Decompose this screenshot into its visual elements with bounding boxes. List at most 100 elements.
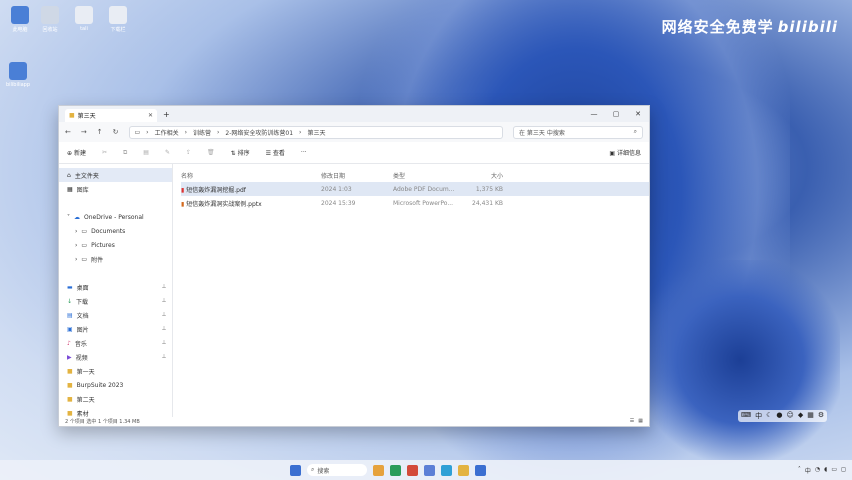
folder-icon: ▭ [81,241,88,249]
bilibili-app-icon [9,62,27,80]
sidebar-item-documents-quick[interactable]: ▤ 文档 ⟂ [59,308,172,322]
sidebar-item-documents[interactable]: › ▭ Documents [59,224,172,238]
wallpaper-bloom-small [640,260,840,460]
download-icon: ↓ [67,297,73,305]
chevron-down-icon[interactable]: ˅ [67,214,70,221]
chevron-up-icon[interactable]: ˄ [798,466,801,475]
taskbar: ⌕ 搜索 ˄ 中 ◔ ◖ ▭ ◻ [0,460,852,480]
command-bar: ⊕ 新建 ✂ ⧉ ▤ ✎ ⇪ 🗑 ⇅ 排序 ☰ 查看 ··· ▣ 详细信息 [59,142,649,164]
computer-icon [11,6,29,24]
chevron-right-icon[interactable]: › [75,228,77,235]
grid-icon[interactable]: ▦ [807,411,814,421]
wifi-icon[interactable]: ◔ [815,466,820,475]
chevron-right-icon[interactable]: › [75,242,77,249]
emoji-icon[interactable]: ☺ [787,411,794,421]
monitor-icon: ▭ [134,128,141,136]
recycle-bin-icon [41,6,59,24]
shirt-icon[interactable]: ◆ [798,411,803,421]
chinese-input-icon[interactable]: 中 [805,466,811,475]
search-icon: ⌕ [311,466,315,473]
breadcrumb-item[interactable]: 工作相关 [155,128,179,137]
chevron-right-icon[interactable]: › [75,256,77,263]
pin-icon: ⟂ [161,339,166,346]
breadcrumb-item[interactable]: 第三天 [307,128,325,137]
new-tab-button[interactable]: + [163,110,170,119]
sidebar-item-onedrive[interactable]: ˅ ☁ OneDrive - Personal [59,210,172,224]
column-header-type[interactable]: 类型 [393,171,463,180]
forward-button[interactable]: → [81,128,87,136]
cut-icon[interactable]: ✂ [102,149,107,156]
details-button[interactable]: ▣ 详细信息 [609,148,641,157]
sidebar-item-day1[interactable]: ■ 第一天 [59,364,172,378]
column-header-date[interactable]: 修改日期 [321,171,393,180]
folder-icon [109,6,127,24]
breadcrumb-item[interactable]: 2-网络安全攻防训练营01 [225,128,293,137]
copy-icon[interactable]: ⧉ [123,149,127,157]
close-window-button[interactable]: ✕ [627,110,649,118]
sidebar-item-day2[interactable]: ■ 第二天 [59,392,172,406]
close-icon[interactable]: ✕ [148,112,153,119]
breadcrumb[interactable]: ▭ › 工作相关 › 训练营 › 2-网络安全攻防训练营01 › 第三天 [128,125,503,139]
start-icon[interactable] [290,464,301,476]
sidebar-item-home[interactable]: ⌂ 主文件夹 [59,168,172,182]
pin-icon: ⟂ [161,283,166,290]
sort-button[interactable]: ⇅ 排序 [231,148,250,157]
sidebar-item-downloads[interactable]: ↓ 下载 ⟂ [59,294,172,308]
tab-current[interactable]: ■ 第三天 ✕ [65,109,157,122]
music-icon: ♪ [67,339,71,347]
notification-icon[interactable]: ◻ [841,466,846,475]
sidebar-item-music[interactable]: ♪ 音乐 ⟂ [59,336,172,350]
volume-icon[interactable]: ◖ [824,466,827,475]
desktop-icon-folder-2[interactable]: 下载栏 [100,6,136,33]
column-header-size[interactable]: 大小 [463,171,503,180]
new-button[interactable]: ⊕ 新建 [67,148,86,157]
details-view-icon[interactable]: ☰ [630,418,634,424]
desktop-icon-bilibili[interactable]: bilibiliapp [0,62,36,88]
file-row[interactable]: ▮ 短信轰炸漏洞挖掘.pdf 2024 1:03 Adobe PDF Docum… [181,182,649,196]
column-header-name[interactable]: 名称 [181,171,321,180]
sidebar-item-gallery[interactable]: ▦ 图库 [59,182,172,196]
search-input[interactable]: 在 第三天 中搜索 ⌕ [513,125,643,139]
sidebar-item-videos[interactable]: ▶ 视频 ⟂ [59,350,172,364]
address-bar-row: ← → ↑ ↻ ▭ › 工作相关 › 训练营 › 2-网络安全攻防训练营01 ›… [59,122,649,142]
settings-icon[interactable]: ⚙ [818,411,824,421]
taskbar-search[interactable]: ⌕ 搜索 [307,464,367,476]
sidebar-item-desktop[interactable]: ▬ 桌面 ⟂ [59,280,172,294]
paste-icon[interactable]: ▤ [143,149,149,156]
share-icon[interactable]: ⇪ [186,149,191,156]
refresh-button[interactable]: ↻ [113,128,119,136]
sidebar-item-pictures[interactable]: › ▭ Pictures [59,238,172,252]
up-button[interactable]: ↑ [97,128,103,136]
folder-icon: ■ [67,381,73,389]
delete-icon[interactable]: 🗑 [207,149,215,156]
file-list: 名称 修改日期 类型 大小 ▮ 短信轰炸漏洞挖掘.pdf 2024 1:03 A… [173,164,649,417]
keyboard-icon[interactable]: ⌨ [741,411,751,421]
app-icon[interactable] [390,464,401,476]
sidebar-item-pictures-quick[interactable]: ▣ 图片 ⟂ [59,322,172,336]
task-view-icon[interactable] [373,464,384,476]
app-icon[interactable] [407,464,418,476]
watermark: 网络安全免费学 bilibili [661,18,838,36]
app-icon[interactable] [424,464,435,476]
app-icon[interactable] [441,464,452,476]
desktop-icon-folder-1[interactable]: tali [66,6,102,32]
battery-icon[interactable]: ▭ [831,466,837,475]
maximize-button[interactable]: ▢ [605,110,627,118]
desktop-icon-recycle-bin[interactable]: 回收站 [32,6,68,33]
microphone-icon[interactable]: ● [776,411,782,421]
moon-icon[interactable]: ☾ [766,411,772,421]
view-button[interactable]: ☰ 查看 [266,148,285,157]
file-row[interactable]: ▮ 短信轰炸漏洞实战案例.pptx 2024 15:39 Microsoft P… [181,196,649,210]
breadcrumb-item[interactable]: 训练营 [193,128,211,137]
file-explorer-icon[interactable] [458,464,469,476]
gallery-icon: ▦ [67,185,73,193]
more-button[interactable]: ··· [301,149,307,156]
tiles-view-icon[interactable]: ▦ [638,418,643,424]
rename-icon[interactable]: ✎ [165,149,170,156]
minimize-button[interactable]: — [583,110,605,118]
app-icon[interactable] [475,464,486,476]
back-button[interactable]: ← [65,128,71,136]
sidebar-item-burpsuite[interactable]: ■ BurpSuite 2023 [59,378,172,392]
chinese-input-icon[interactable]: 中 [755,411,762,421]
sidebar-item-attachments[interactable]: › ▭ 附件 [59,252,172,266]
